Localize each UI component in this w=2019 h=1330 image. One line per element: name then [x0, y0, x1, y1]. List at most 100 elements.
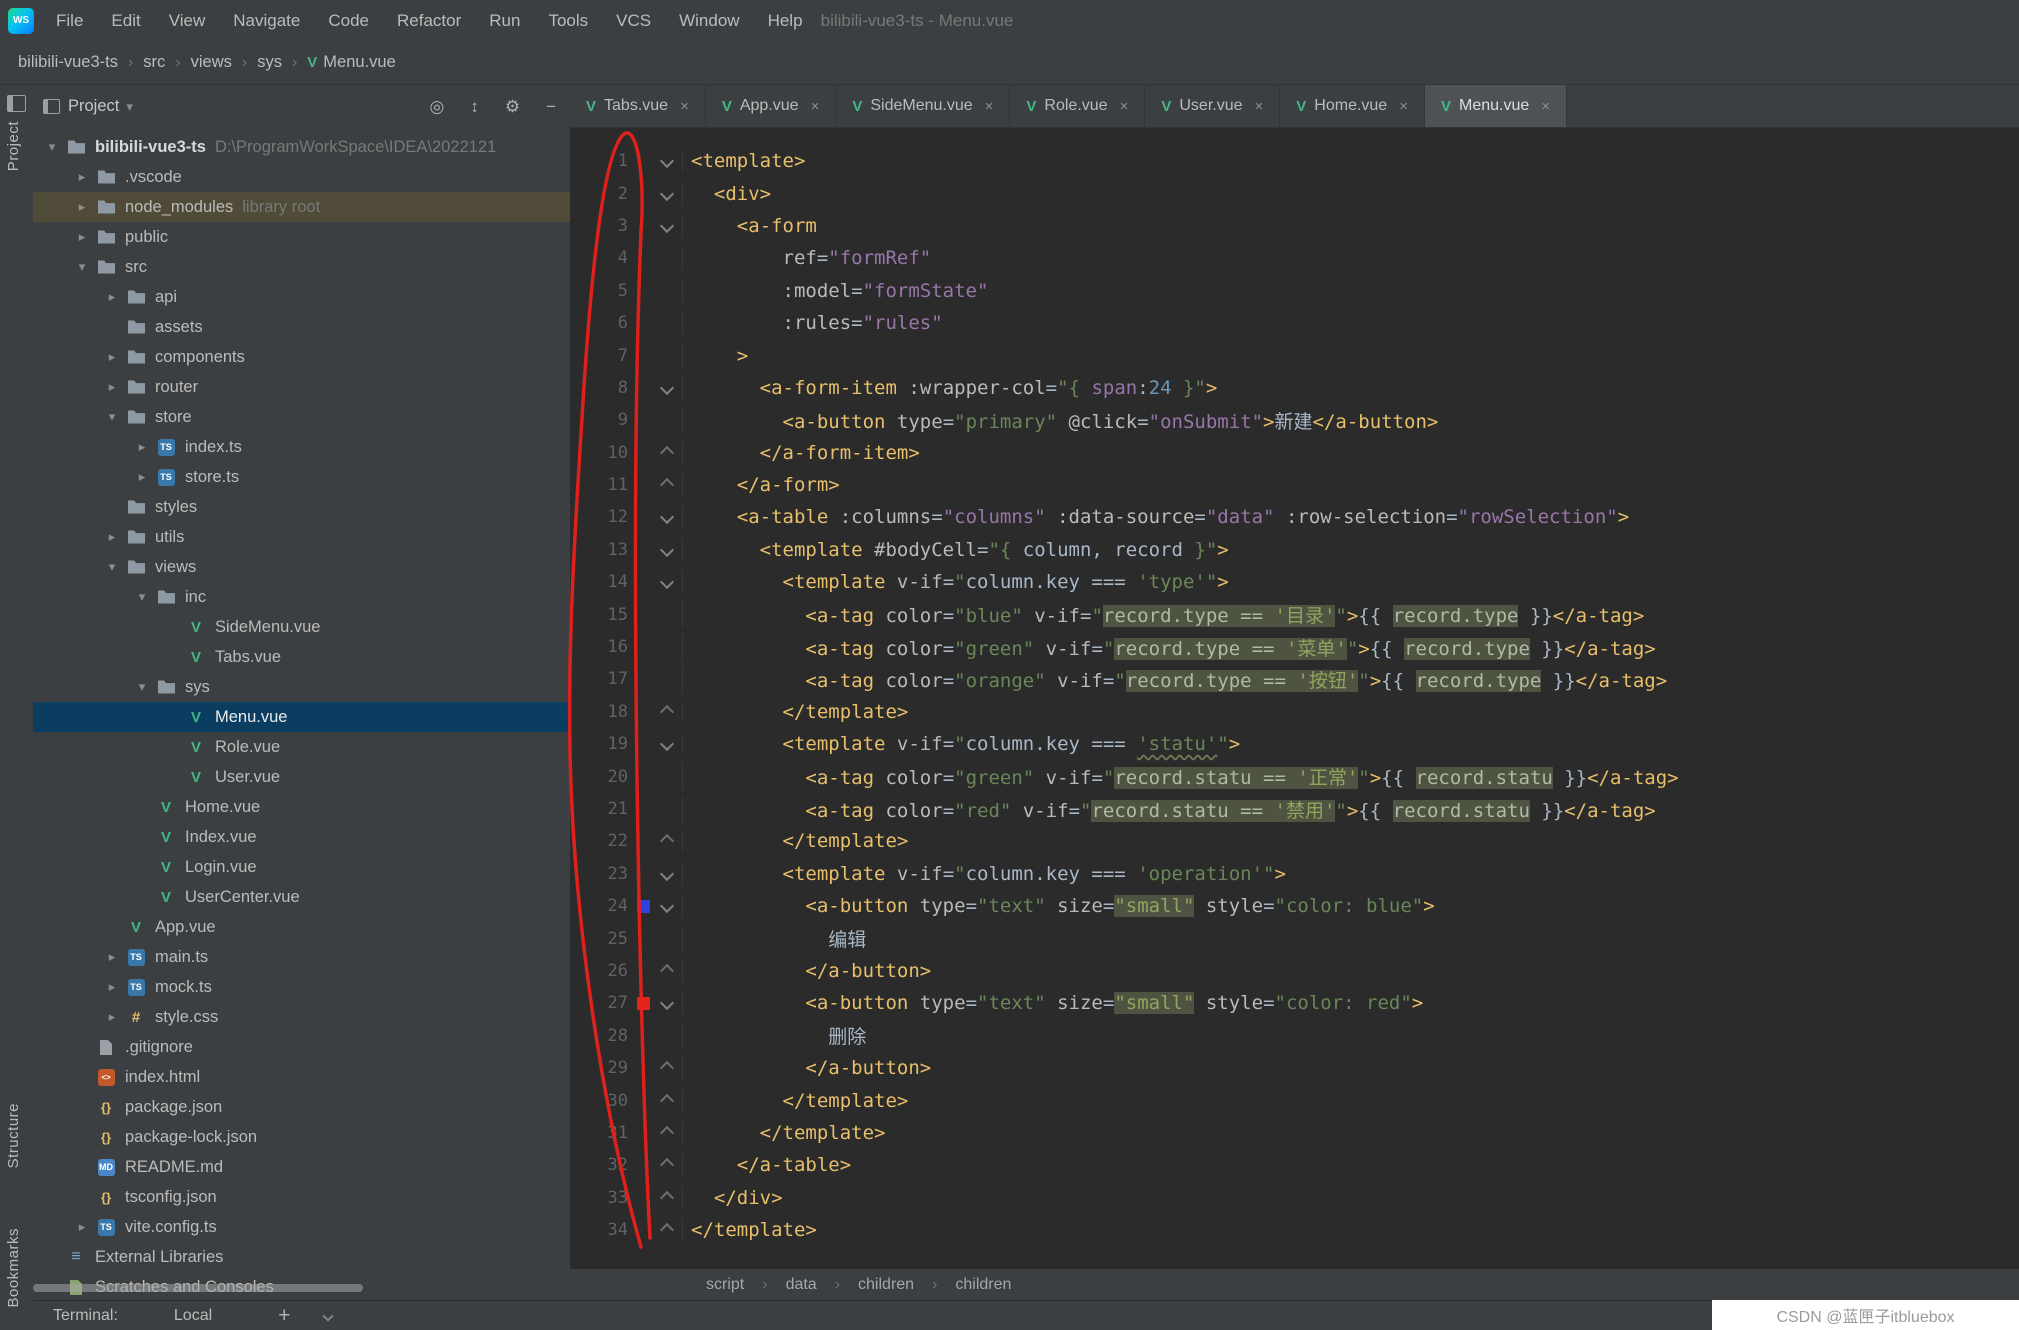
fold-marker[interactable] [652, 834, 682, 849]
code-line-12[interactable]: 12 <a-table :columns="columns" :data-sou… [570, 501, 2019, 533]
code-line-10[interactable]: 10 </a-form-item> [570, 437, 2019, 469]
code-line-13[interactable]: 13 <template #bodyCell="{ column, record… [570, 534, 2019, 566]
tree-expand-arrow[interactable]: ▸ [129, 469, 155, 485]
tree-expand-arrow[interactable]: ▸ [69, 229, 95, 245]
project-toolwindow-icon[interactable] [7, 95, 26, 112]
fold-marker[interactable] [652, 1190, 682, 1205]
tree-item-role.vue[interactable]: V Role.vue [33, 732, 570, 762]
tree-expand-arrow[interactable]: ▸ [99, 1009, 125, 1025]
tree-item-sys[interactable]: ▾ sys [33, 672, 570, 702]
code-line-9[interactable]: 9 <a-button type="primary" @click="onSub… [570, 404, 2019, 436]
menu-navigate[interactable]: Navigate [233, 11, 300, 31]
tab-tabs.vue[interactable]: V Tabs.vue × [570, 85, 706, 127]
tree-item-package-lock.json[interactable]: {} package-lock.json [33, 1122, 570, 1152]
breadcrumb-item-bilibili-vue3-ts[interactable]: bilibili-vue3-ts [18, 53, 118, 72]
tab-app.vue[interactable]: V App.vue × [706, 85, 837, 127]
fold-marker[interactable] [652, 154, 682, 169]
status-crumb-script-0[interactable]: script [706, 1276, 744, 1294]
close-icon[interactable]: × [680, 98, 689, 115]
tree-item-app.vue[interactable]: V App.vue [33, 912, 570, 942]
hide-panel-icon[interactable]: − [546, 97, 556, 117]
code-line-22[interactable]: 22 </template> [570, 825, 2019, 857]
tree-collapse-arrow[interactable]: ▾ [129, 679, 155, 695]
code-line-17[interactable]: 17 <a-tag color="orange" v-if="record.ty… [570, 663, 2019, 695]
code-line-19[interactable]: 19 <template v-if="column.key === 'statu… [570, 728, 2019, 760]
code-line-1[interactable]: 1 <template> [570, 145, 2019, 177]
status-crumb-data-1[interactable]: data [786, 1276, 817, 1294]
tree-item-tsconfig.json[interactable]: {} tsconfig.json [33, 1182, 570, 1212]
tree-collapse-arrow[interactable]: ▾ [99, 559, 125, 575]
tree-item-style.css[interactable]: ▸ # style.css [33, 1002, 570, 1032]
code-line-8[interactable]: 8 <a-form-item :wrapper-col="{ span:24 }… [570, 372, 2019, 404]
tree-item-utils[interactable]: ▸ utils [33, 522, 570, 552]
code-line-20[interactable]: 20 <a-tag color="green" v-if="record.sta… [570, 760, 2019, 792]
close-icon[interactable]: × [1255, 98, 1264, 115]
tree-item-tabs.vue[interactable]: V Tabs.vue [33, 642, 570, 672]
tree-expand-arrow[interactable]: ▸ [69, 169, 95, 185]
fold-marker[interactable] [652, 1061, 682, 1076]
collapse-all-icon[interactable]: ↕ [470, 97, 479, 117]
tab-home.vue[interactable]: V Home.vue × [1280, 85, 1425, 127]
code-line-25[interactable]: 25 编辑 [570, 922, 2019, 954]
fold-marker[interactable] [652, 380, 682, 395]
tree-item-index.ts[interactable]: ▸ TS index.ts [33, 432, 570, 462]
horizontal-scrollbar-thumb[interactable] [33, 1284, 363, 1292]
menu-window[interactable]: Window [679, 11, 739, 31]
tab-menu.vue[interactable]: V Menu.vue × [1424, 85, 1568, 127]
tree-expand-arrow[interactable]: ▸ [99, 979, 125, 995]
fold-marker[interactable] [652, 478, 682, 493]
tree-item-components[interactable]: ▸ components [33, 342, 570, 372]
tree-item-index.html[interactable]: <> index.html [33, 1062, 570, 1092]
menu-help[interactable]: Help [768, 11, 803, 31]
fold-marker[interactable] [652, 542, 682, 557]
chevron-down-icon[interactable]: ▾ [126, 99, 133, 115]
project-panel-title[interactable]: Project [68, 97, 119, 116]
tree-item-package.json[interactable]: {} package.json [33, 1092, 570, 1122]
code-line-34[interactable]: 34 </template> [570, 1214, 2019, 1246]
code-line-27[interactable]: 27 <a-button type="text" size="small" st… [570, 987, 2019, 1019]
status-crumb-children-2[interactable]: children [858, 1276, 914, 1294]
new-terminal-button[interactable]: + [278, 1305, 290, 1326]
tree-item-views[interactable]: ▾ views [33, 552, 570, 582]
code-line-18[interactable]: 18 </template> [570, 696, 2019, 728]
code-line-31[interactable]: 31 </template> [570, 1117, 2019, 1149]
code-line-30[interactable]: 30 </template> [570, 1084, 2019, 1116]
tree-expand-arrow[interactable]: ▸ [99, 289, 125, 305]
code-line-11[interactable]: 11 </a-form> [570, 469, 2019, 501]
close-icon[interactable]: × [985, 98, 994, 115]
tree-item-index.vue[interactable]: V Index.vue [33, 822, 570, 852]
code-line-7[interactable]: 7 > [570, 339, 2019, 371]
menu-view[interactable]: View [169, 11, 206, 31]
breadcrumb-item-views[interactable]: views [191, 53, 232, 72]
tree-item-node-modules[interactable]: ▸ node_modules library root [33, 192, 570, 222]
fold-marker[interactable] [652, 445, 682, 460]
settings-gear-icon[interactable]: ⚙ [505, 97, 520, 117]
tree-item-sidemenu.vue[interactable]: V SideMenu.vue [33, 612, 570, 642]
tree-item-bilibili-vue3-ts[interactable]: ▾ bilibili-vue3-ts D:\ProgramWorkSpace\IDE… [33, 132, 570, 162]
tree-item-public[interactable]: ▸ public [33, 222, 570, 252]
close-icon[interactable]: × [1120, 98, 1129, 115]
tree-expand-arrow[interactable]: ▸ [69, 199, 95, 215]
toolstrip-structure[interactable]: Structure [5, 1103, 22, 1168]
tree-expand-arrow[interactable]: ▸ [69, 1219, 95, 1235]
menu-run[interactable]: Run [489, 11, 520, 31]
fold-marker[interactable] [652, 1093, 682, 1108]
tree-item-.vscode[interactable]: ▸ .vscode [33, 162, 570, 192]
close-icon[interactable]: × [1541, 98, 1550, 115]
tree-collapse-arrow[interactable]: ▾ [129, 589, 155, 605]
code-line-29[interactable]: 29 </a-button> [570, 1052, 2019, 1084]
code-line-21[interactable]: 21 <a-tag color="red" v-if="record.statu… [570, 793, 2019, 825]
tree-item-store.ts[interactable]: ▸ TS store.ts [33, 462, 570, 492]
code-line-15[interactable]: 15 <a-tag color="blue" v-if="record.type… [570, 598, 2019, 630]
tree-item-home.vue[interactable]: V Home.vue [33, 792, 570, 822]
breadcrumb-item-src[interactable]: src [143, 53, 165, 72]
tree-item-menu.vue[interactable]: V Menu.vue [33, 702, 570, 732]
menu-vcs[interactable]: VCS [616, 11, 651, 31]
toolstrip-bookmarks[interactable]: Bookmarks [5, 1228, 22, 1308]
tree-item-external-libraries[interactable]: ≡ External Libraries [33, 1242, 570, 1272]
tree-item-user.vue[interactable]: V User.vue [33, 762, 570, 792]
status-crumb-children-3[interactable]: children [955, 1276, 1011, 1294]
tree-expand-arrow[interactable]: ▸ [99, 949, 125, 965]
code-line-6[interactable]: 6 :rules="rules" [570, 307, 2019, 339]
fold-marker[interactable] [652, 218, 682, 234]
